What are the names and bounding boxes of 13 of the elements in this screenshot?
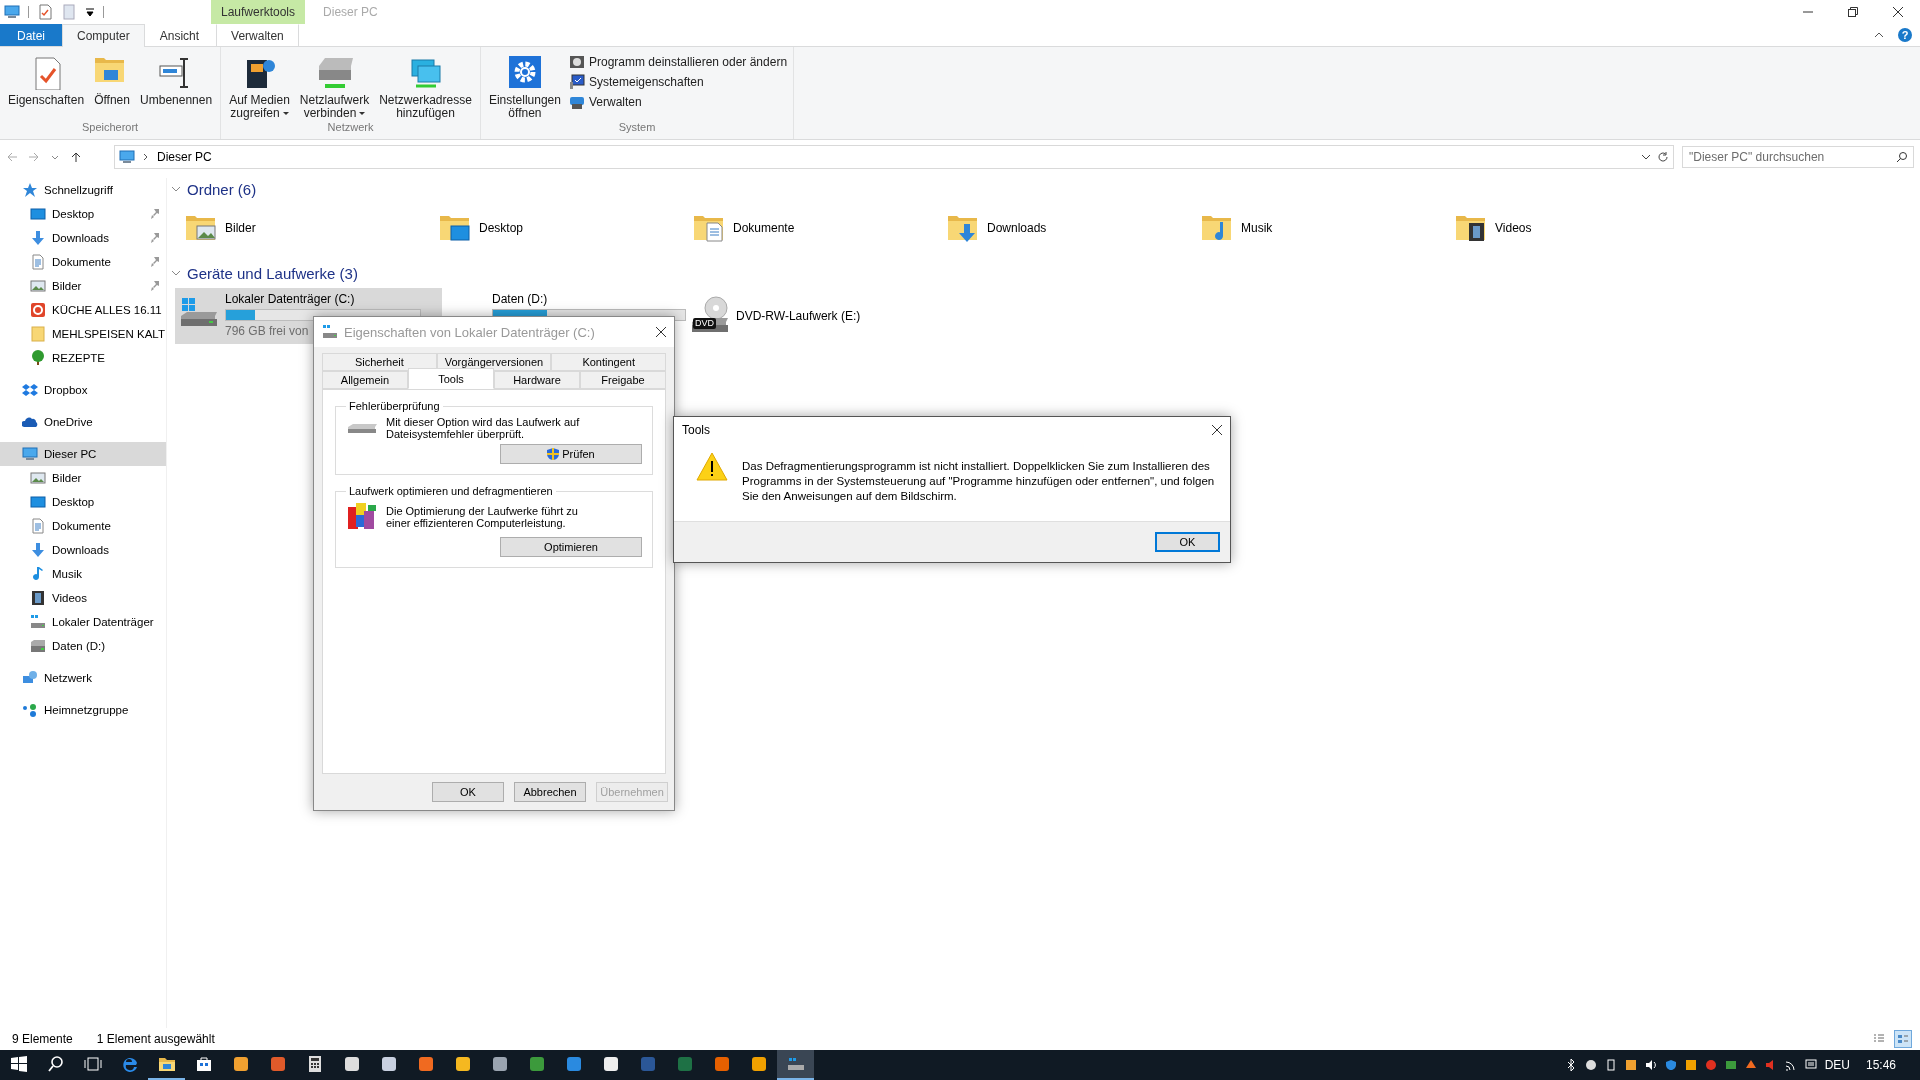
group-title: Fehlerüberprüfung: [348, 400, 441, 412]
message-text: Das Defragmentierungsprogramm ist nicht installiert. Doppelklicken Sie zum Installieren des Programms in der Systemsteuerung auf "Programme hinzufügen oder entfernen", und folgen Sie den Anweisungen auf dem Bildschirm.: [742, 459, 1216, 504]
item-count: 9 Elemente: [12, 1032, 73, 1046]
window-title: Dieser PC: [322, 4, 379, 21]
dialog-title: Tools: [682, 423, 711, 437]
group-label: Speicherort: [80, 121, 140, 135]
group-label: Netzwerk: [326, 121, 375, 135]
description-text: Die Optimierung der Laufwerke führt zu einer effizienteren Computerleistung.: [386, 505, 579, 529]
group-title: Laufwerk optimieren und defragmentieren: [348, 485, 554, 497]
selection-count: 1 Element ausgewählt: [96, 1032, 215, 1046]
group-label: System: [617, 121, 657, 135]
context-tab-header: Laufwerktools: [211, 0, 306, 24]
description-text: Mit dieser Option wird das Laufwerk auf Dateisystemfehler überprüft.: [386, 416, 581, 440]
